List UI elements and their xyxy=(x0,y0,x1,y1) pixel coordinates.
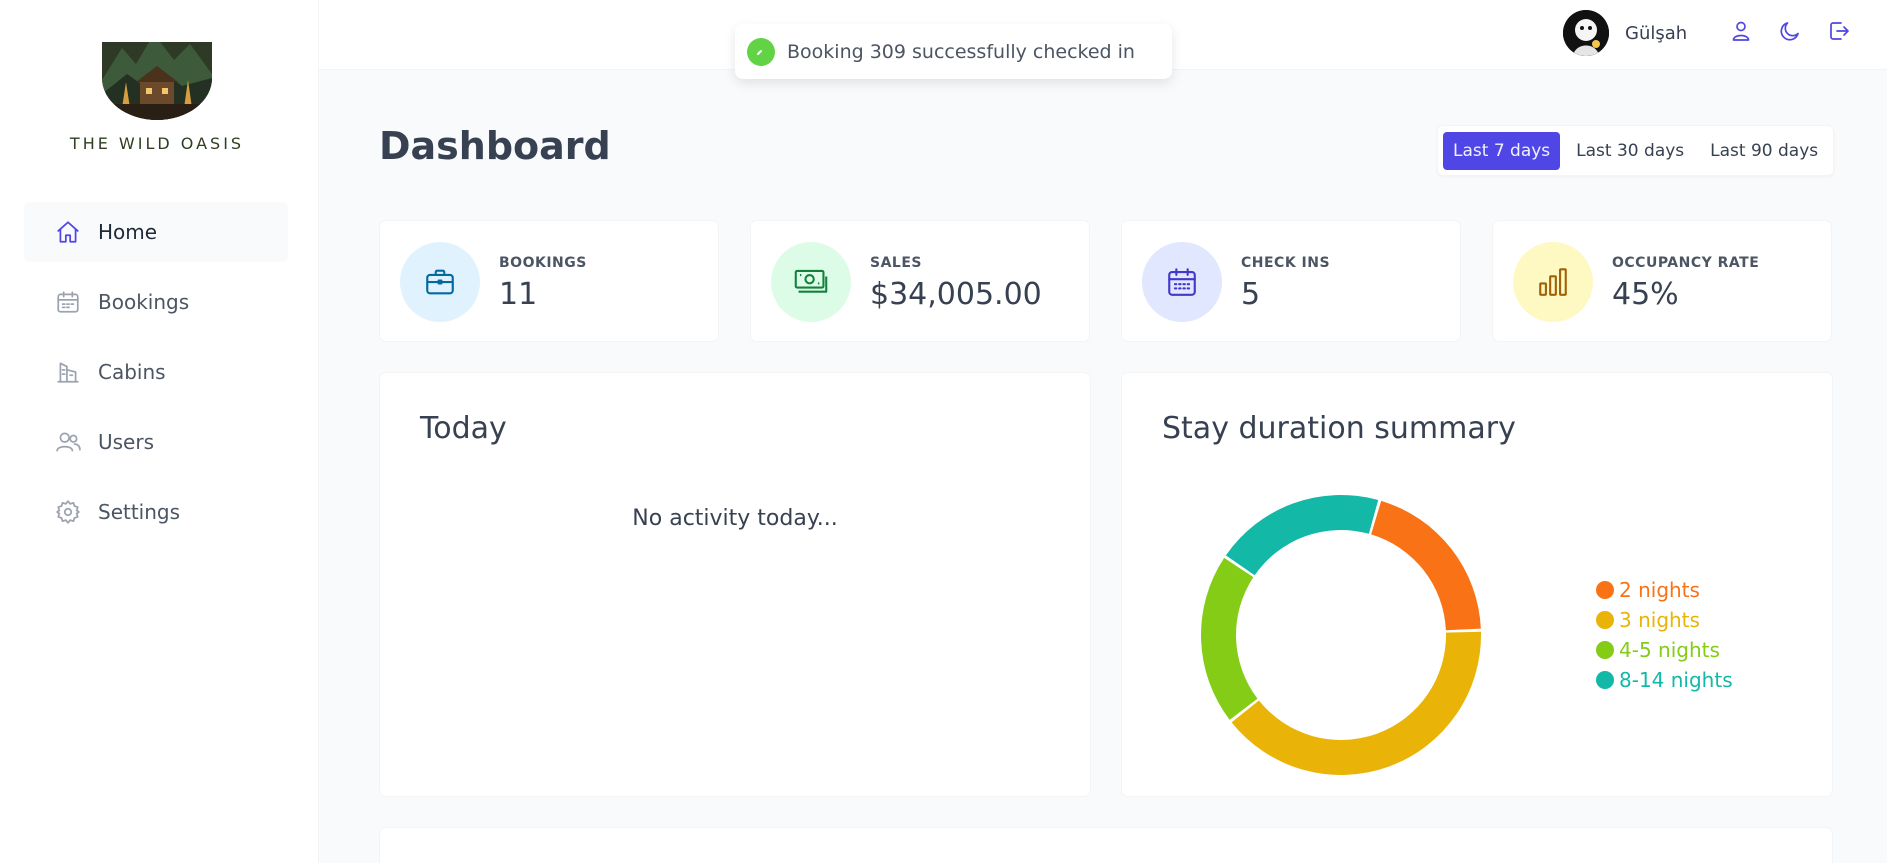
donut-slice-2-nights[interactable] xyxy=(1371,500,1481,631)
stat-value: 5 xyxy=(1241,277,1261,312)
stay-duration-title: Stay duration summary xyxy=(1162,411,1516,446)
legend-label: 8-14 nights xyxy=(1619,668,1733,692)
stat-value: 45% xyxy=(1612,277,1679,312)
logo-text: THE WILD OASIS xyxy=(69,134,245,153)
legend-item: 4-5 nights xyxy=(1596,635,1733,665)
calendar-icon xyxy=(54,288,82,316)
filter-last-90-days[interactable]: Last 90 days xyxy=(1700,132,1828,170)
sidebar-item-users[interactable]: Users xyxy=(24,412,288,472)
legend-item: 8-14 nights xyxy=(1596,665,1733,695)
sidebar-item-home[interactable]: Home xyxy=(24,202,288,262)
stat-label: CHECK INS xyxy=(1241,255,1331,271)
chart-bar-icon xyxy=(1513,242,1593,322)
logout-icon xyxy=(1827,19,1851,47)
moon-icon xyxy=(1778,19,1802,47)
date-filter: Last 7 days Last 30 days Last 90 days xyxy=(1437,125,1835,176)
stat-label: SALES xyxy=(870,255,922,271)
legend-dot xyxy=(1596,581,1614,599)
stat-label: OCCUPANCY RATE xyxy=(1612,255,1760,271)
stat-bookings: BOOKINGS 11 xyxy=(379,220,719,342)
sidebar-item-label: Home xyxy=(98,220,158,244)
home-icon xyxy=(54,218,82,246)
header-actions xyxy=(1724,16,1855,49)
users-icon xyxy=(54,428,82,456)
briefcase-icon xyxy=(400,242,480,322)
stat-sales: SALES $34,005.00 xyxy=(750,220,1090,342)
stat-label: BOOKINGS xyxy=(499,255,587,271)
stat-value: $34,005.00 xyxy=(870,277,1042,312)
chart-legend: 2 nights 3 nights 4-5 nights 8-14 nights xyxy=(1596,575,1733,695)
donut-slice-3-nights[interactable] xyxy=(1231,631,1481,775)
legend-dot xyxy=(1596,611,1614,629)
sidebar-item-label: Users xyxy=(98,430,155,454)
today-title: Today xyxy=(420,411,507,446)
logo xyxy=(102,30,212,120)
sidebar-item-label: Bookings xyxy=(98,290,190,314)
donut-slice-8-14-nights[interactable] xyxy=(1225,495,1379,576)
page-title: Dashboard xyxy=(379,124,611,168)
user-name: Gülşah xyxy=(1625,22,1688,44)
sidebar: THE WILD OASIS Home Bookings Cabins User… xyxy=(0,0,319,863)
stat-check-ins: CHECK INS 5 xyxy=(1121,220,1461,342)
building-icon xyxy=(54,358,82,386)
legend-label: 2 nights xyxy=(1619,578,1700,602)
today-panel: Today No activity today... xyxy=(379,372,1091,797)
legend-label: 3 nights xyxy=(1619,608,1700,632)
empty-state-text: No activity today... xyxy=(632,506,838,531)
stay-duration-donut-chart xyxy=(1201,495,1481,775)
sidebar-item-cabins[interactable]: Cabins xyxy=(24,342,288,402)
legend-label: 4-5 nights xyxy=(1619,638,1720,662)
spinner-icon xyxy=(747,37,775,66)
sidebar-item-settings[interactable]: Settings xyxy=(24,482,288,542)
legend-dot xyxy=(1596,641,1614,659)
legend-item: 3 nights xyxy=(1596,605,1733,635)
filter-last-30-days[interactable]: Last 30 days xyxy=(1566,132,1694,170)
sidebar-nav: Home Bookings Cabins Users Settings xyxy=(24,202,288,552)
calendar-days-icon xyxy=(1142,242,1222,322)
avatar xyxy=(1563,10,1609,56)
logout-button[interactable] xyxy=(1822,16,1855,49)
gear-icon xyxy=(54,498,82,526)
dark-mode-toggle[interactable] xyxy=(1773,16,1806,49)
stat-value: 11 xyxy=(499,277,538,312)
bottom-panel xyxy=(379,827,1833,863)
donut-slice-4-5-nights[interactable] xyxy=(1201,557,1258,720)
user-menu[interactable]: Gülşah xyxy=(1563,10,1687,56)
legend-item: 2 nights xyxy=(1596,575,1733,605)
account-button[interactable] xyxy=(1724,16,1757,49)
legend-dot xyxy=(1596,671,1614,689)
sidebar-item-label: Settings xyxy=(98,500,181,524)
user-icon xyxy=(1729,19,1753,47)
sidebar-item-bookings[interactable]: Bookings xyxy=(24,272,288,332)
filter-last-7-days[interactable]: Last 7 days xyxy=(1443,131,1561,170)
toast-notification: Booking 309 successfully checked in xyxy=(735,24,1172,79)
toast-message: Booking 309 successfully checked in xyxy=(787,40,1135,63)
sidebar-item-label: Cabins xyxy=(98,360,166,384)
stat-occupancy-rate: OCCUPANCY RATE 45% xyxy=(1492,220,1832,342)
banknotes-icon xyxy=(771,242,851,322)
